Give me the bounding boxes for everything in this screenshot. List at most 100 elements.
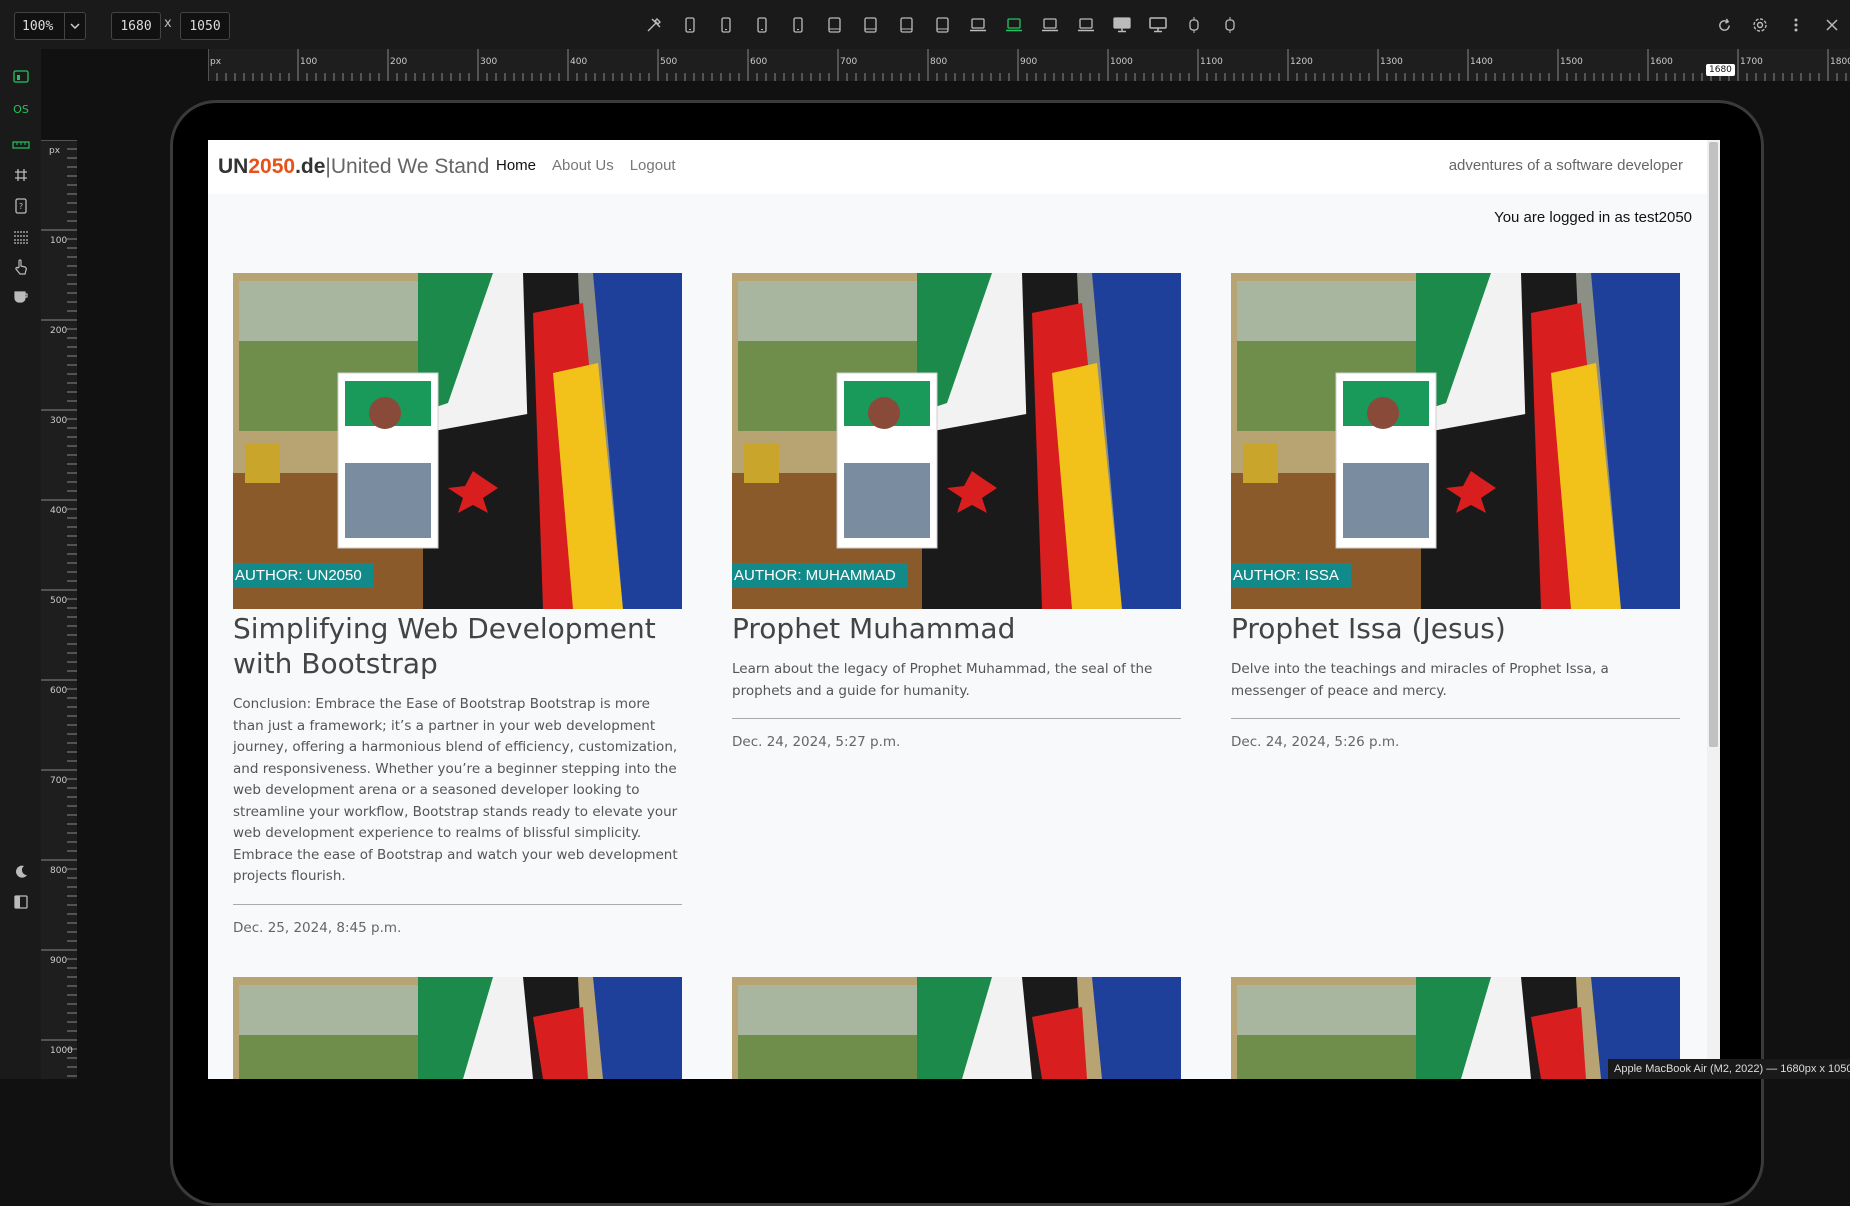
brand-number: 2050	[248, 155, 296, 178]
tablet-large-icon[interactable]	[924, 12, 960, 38]
gear-icon[interactable]	[1742, 12, 1778, 38]
emulated-viewport[interactable]: UN2050.de|United We Stand Home About Us …	[208, 140, 1720, 1079]
site-navbar: UN2050.de|United We Stand Home About Us …	[208, 140, 1707, 194]
ruler-icon[interactable]	[10, 134, 32, 156]
divider	[233, 903, 682, 905]
scrollbar-thumb[interactable]	[1709, 142, 1718, 747]
laptop-small-icon[interactable]	[960, 12, 996, 38]
nav-home[interactable]: Home	[496, 157, 536, 174]
laptop-active-icon[interactable]	[996, 12, 1032, 38]
site-brand[interactable]: UN2050.de|United We Stand	[218, 155, 489, 179]
tools-icon[interactable]	[636, 12, 672, 38]
device-presets	[636, 12, 1248, 38]
ruler-label-500: 500	[660, 57, 678, 67]
post-card[interactable]	[233, 977, 682, 1079]
device-info-icon[interactable]	[10, 66, 32, 88]
divider	[1231, 718, 1680, 719]
os-toggle[interactable]: OS	[10, 98, 32, 120]
desktop-icon[interactable]	[1104, 12, 1140, 38]
post-card[interactable]: AUTHOR: MUHAMMAD Prophet Muhammad Learn …	[732, 273, 1181, 750]
vruler-label-1000: 1000	[50, 1046, 73, 1056]
width-input[interactable]: 1680	[111, 12, 161, 40]
zoom-value: 100%	[22, 18, 54, 34]
monitor-icon[interactable]	[1140, 12, 1176, 38]
post-date: Dec. 24, 2024, 5:26 p.m.	[1231, 734, 1400, 750]
phone-medium-icon[interactable]	[744, 12, 780, 38]
author-badge[interactable]: AUTHOR: ISSA	[1231, 563, 1351, 588]
vruler-unit: px	[49, 146, 61, 156]
height-input[interactable]: 1050	[180, 12, 230, 40]
vruler-label-400: 400	[50, 506, 68, 516]
vruler-label-100: 100	[50, 236, 68, 246]
tablet-medium-icon[interactable]	[888, 12, 924, 38]
device-label: Apple MacBook Air (M2, 2022) — 1680px x …	[1608, 1059, 1850, 1079]
ruler-label-1300: 1300	[1380, 57, 1403, 67]
post-image[interactable]	[732, 977, 1181, 1079]
site-tagline: adventures of a software developer	[1448, 157, 1683, 174]
watch-large-icon[interactable]	[1212, 12, 1248, 38]
panel-toggle-icon[interactable]	[10, 891, 32, 913]
nav-logout[interactable]: Logout	[630, 157, 676, 174]
brand-un: UN	[218, 155, 249, 178]
ruler-label-300: 300	[480, 57, 498, 67]
close-icon[interactable]	[1814, 12, 1850, 38]
divider	[732, 718, 1181, 719]
list-settings-icon[interactable]	[10, 226, 32, 248]
tablet-icon[interactable]	[852, 12, 888, 38]
horizontal-ruler: px 100 200 300 400 500 600 700 800 900 1…	[208, 49, 1850, 81]
device-help-icon[interactable]: ?	[10, 195, 32, 217]
ruler-label-1100: 1100	[1200, 57, 1223, 67]
phone-large-icon[interactable]	[780, 12, 816, 38]
left-sidebar: OS ?	[0, 49, 41, 1079]
post-card[interactable]: AUTHOR: UN2050 Simplifying Web Developme…	[233, 273, 682, 936]
flags-photo	[732, 977, 1181, 1079]
post-image[interactable]: AUTHOR: ISSA	[1231, 273, 1680, 609]
ruler-label-1700: 1700	[1740, 57, 1763, 67]
post-image[interactable]: AUTHOR: MUHAMMAD	[732, 273, 1181, 609]
ruler-label-1500: 1500	[1560, 57, 1583, 67]
watch-icon[interactable]	[1176, 12, 1212, 38]
coffee-icon[interactable]	[10, 286, 32, 308]
ruler-label-1000: 1000	[1110, 57, 1133, 67]
flags-photo	[233, 977, 682, 1079]
ruler-label-1200: 1200	[1290, 57, 1313, 67]
chevron-down-icon[interactable]	[63, 13, 85, 39]
zoom-select[interactable]: 100%	[14, 12, 86, 40]
phone-icon[interactable]	[708, 12, 744, 38]
right-tools	[1706, 12, 1850, 38]
vruler-label-500: 500	[50, 596, 68, 606]
post-card[interactable]: AUTHOR: ISSA Prophet Issa (Jesus) Delve …	[1231, 273, 1680, 750]
moon-icon[interactable]	[10, 861, 32, 883]
vruler-label-700: 700	[50, 776, 68, 786]
more-vertical-icon[interactable]	[1778, 12, 1814, 38]
ruler-label-900: 900	[1020, 57, 1038, 67]
author-badge[interactable]: AUTHOR: MUHAMMAD	[732, 563, 908, 588]
page-scrollbar[interactable]	[1707, 140, 1720, 1079]
laptop-icon[interactable]	[1032, 12, 1068, 38]
nav-about[interactable]: About Us	[552, 157, 614, 174]
touch-icon[interactable]	[10, 256, 32, 278]
ruler-label-400: 400	[570, 57, 588, 67]
post-title[interactable]: Simplifying Web Development with Bootstr…	[233, 611, 682, 681]
laptop-large-icon[interactable]	[1068, 12, 1104, 38]
ruler-label-700: 700	[840, 57, 858, 67]
post-excerpt: Delve into the teachings and miracles of…	[1231, 661, 1609, 699]
post-card[interactable]	[732, 977, 1181, 1079]
ruler-label-1600: 1600	[1650, 57, 1673, 67]
reload-icon[interactable]	[1706, 12, 1742, 38]
ruler-unit: px	[210, 57, 222, 67]
top-toolbar: 100% 1680 x 1050	[0, 0, 1850, 49]
post-excerpt: Conclusion: Embrace the Ease of Bootstra…	[233, 696, 678, 884]
vruler-label-800: 800	[50, 866, 68, 876]
post-image[interactable]: AUTHOR: UN2050	[233, 273, 682, 609]
author-badge[interactable]: AUTHOR: UN2050	[233, 563, 374, 588]
post-image[interactable]	[233, 977, 682, 1079]
post-title[interactable]: Prophet Issa (Jesus)	[1231, 611, 1680, 646]
post-date: Dec. 25, 2024, 8:45 p.m.	[233, 919, 402, 936]
phone-small-icon[interactable]	[672, 12, 708, 38]
tablet-small-icon[interactable]	[816, 12, 852, 38]
grid-icon[interactable]	[10, 164, 32, 186]
vertical-ruler: px 100 200 300 400 500 600 700 800 900 1…	[41, 140, 77, 1079]
post-title[interactable]: Prophet Muhammad	[732, 611, 1181, 646]
flags-photo	[1231, 273, 1680, 609]
